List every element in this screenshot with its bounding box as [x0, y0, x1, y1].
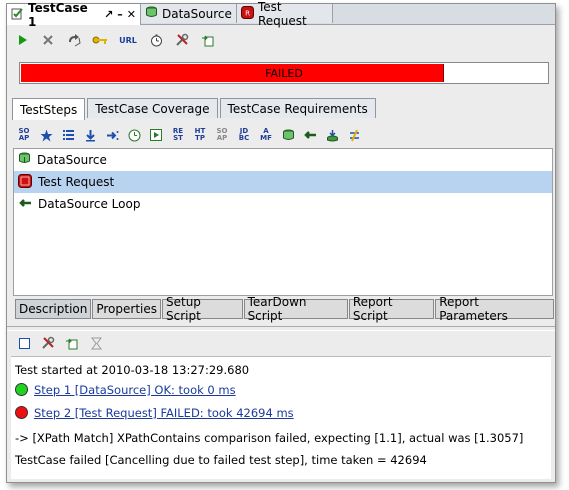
- svg-text:R: R: [245, 9, 250, 17]
- datasource-loop-icon[interactable]: [301, 126, 319, 144]
- add-jdbc-step-button[interactable]: JD BC: [235, 126, 253, 144]
- splitter[interactable]: [7, 326, 555, 331]
- tab-setup-script[interactable]: Setup Script: [162, 295, 243, 323]
- editor-tab-bar: TestCase 1 ↗ – ✕ DataSource R Test Reque…: [7, 0, 555, 29]
- conditional-goto-icon[interactable]: [103, 126, 121, 144]
- timer-icon[interactable]: [147, 31, 165, 49]
- testcase-inner-tabs: TestSteps TestCase Coverage TestCase Req…: [12, 98, 378, 120]
- tab-testcase-1[interactable]: TestCase 1 ↗ – ✕: [7, 1, 141, 29]
- add-step-toolbar: SO AP RE ST HT TP SO AP JD BC A MF: [15, 122, 363, 148]
- step-label: DataSource: [37, 153, 107, 167]
- assertion-step-icon[interactable]: [345, 126, 363, 144]
- testcase-icon: [11, 7, 24, 23]
- add-http-step-button[interactable]: HT TP: [191, 126, 209, 144]
- tab-test-request[interactable]: R Test Request: [237, 0, 333, 28]
- tab-properties[interactable]: Properties: [92, 299, 161, 319]
- test-progress-bar: FAILED: [19, 62, 549, 84]
- tab-testcase-coverage[interactable]: TestCase Coverage: [87, 98, 218, 118]
- tab-report-script[interactable]: Report Script: [348, 295, 435, 323]
- add-mock-response-step-button[interactable]: SO AP: [213, 126, 231, 144]
- log-started-line: Test started at 2010-03-18 13:27:29.680: [15, 363, 250, 377]
- log-step-2-link[interactable]: Step 2 [Test Request] FAILED: took 42694…: [34, 406, 294, 420]
- property-transfer-icon[interactable]: [81, 126, 99, 144]
- star-icon[interactable]: [37, 126, 55, 144]
- step-label: Test Request: [38, 175, 115, 189]
- teststeps-list: DataSource Test Request DataSource Loop: [13, 148, 553, 296]
- log-toolbar: [15, 332, 105, 354]
- test-request-icon: R: [241, 5, 254, 22]
- datasink-icon[interactable]: [323, 126, 341, 144]
- add-amf-step-button[interactable]: A MF: [257, 126, 275, 144]
- run-testcase-icon[interactable]: [147, 126, 165, 144]
- testcase-toolbar: URL: [7, 28, 217, 52]
- properties-list-icon[interactable]: [59, 126, 77, 144]
- log-step-1-link[interactable]: Step 1 [DataSource] OK: took 0 ms: [34, 383, 236, 397]
- datasource-icon: [145, 6, 158, 22]
- tab-teststeps[interactable]: TestSteps: [12, 98, 86, 120]
- export-icon[interactable]: [63, 334, 81, 352]
- tab-label: TestCase 1: [28, 0, 88, 29]
- tab-teardown-script[interactable]: TearDown Script: [243, 295, 348, 323]
- test-log: Test started at 2010-03-18 13:27:29.680 …: [11, 356, 551, 479]
- add-soap-step-button[interactable]: SO AP: [15, 126, 33, 144]
- tab-label: DataSource: [162, 6, 232, 21]
- tools-icon[interactable]: [173, 31, 191, 49]
- credentials-key-icon[interactable]: [91, 31, 109, 49]
- datasource-icon[interactable]: [279, 126, 297, 144]
- tools-icon[interactable]: [39, 334, 57, 352]
- testcase-editor-window: TestCase 1 ↗ – ✕ DataSource R Test Reque…: [6, 0, 556, 483]
- tab-datasource[interactable]: DataSource: [141, 4, 237, 23]
- status-ok-icon: [15, 383, 28, 396]
- log-step-1[interactable]: Step 1 [DataSource] OK: took 0 ms: [15, 383, 236, 397]
- tab-report-parameters[interactable]: Report Parameters: [435, 295, 554, 323]
- url-button[interactable]: URL: [117, 31, 139, 49]
- log-summary: TestCase failed [Cancelling due to faile…: [15, 453, 427, 467]
- add-rest-step-button[interactable]: RE ST: [169, 126, 187, 144]
- step-label: DataSource Loop: [38, 197, 141, 211]
- clear-log-icon[interactable]: [15, 334, 33, 352]
- pin-icon[interactable]: ↗: [104, 8, 113, 21]
- hourglass-icon[interactable]: [87, 334, 105, 352]
- progress-status-label: FAILED: [265, 66, 303, 80]
- tab-label: Test Request: [258, 0, 307, 28]
- testcase-detail-tabs: Description Properties Setup Script Tear…: [15, 295, 555, 323]
- datasource-loop-icon: [18, 197, 32, 212]
- cancel-icon[interactable]: [39, 31, 57, 49]
- status-failed-icon: [15, 406, 28, 419]
- log-step-2[interactable]: Step 2 [Test Request] FAILED: took 42694…: [15, 406, 294, 420]
- list-item[interactable]: DataSource Loop: [14, 193, 552, 215]
- run-icon[interactable]: [13, 31, 31, 49]
- export-icon[interactable]: [199, 31, 217, 49]
- test-request-icon: [18, 173, 32, 191]
- minimize-icon[interactable]: –: [117, 8, 123, 21]
- list-item[interactable]: Test Request: [14, 171, 552, 193]
- log-assertion-detail: -> [XPath Match] XPathContains compariso…: [15, 431, 524, 445]
- tab-testcase-requirements[interactable]: TestCase Requirements: [219, 98, 376, 118]
- delay-clock-icon[interactable]: [125, 126, 143, 144]
- datasource-icon: [18, 152, 31, 168]
- close-icon[interactable]: ✕: [127, 8, 136, 21]
- tab-description[interactable]: Description: [15, 299, 92, 319]
- list-item[interactable]: DataSource: [14, 149, 552, 171]
- loop-icon[interactable]: [65, 31, 83, 49]
